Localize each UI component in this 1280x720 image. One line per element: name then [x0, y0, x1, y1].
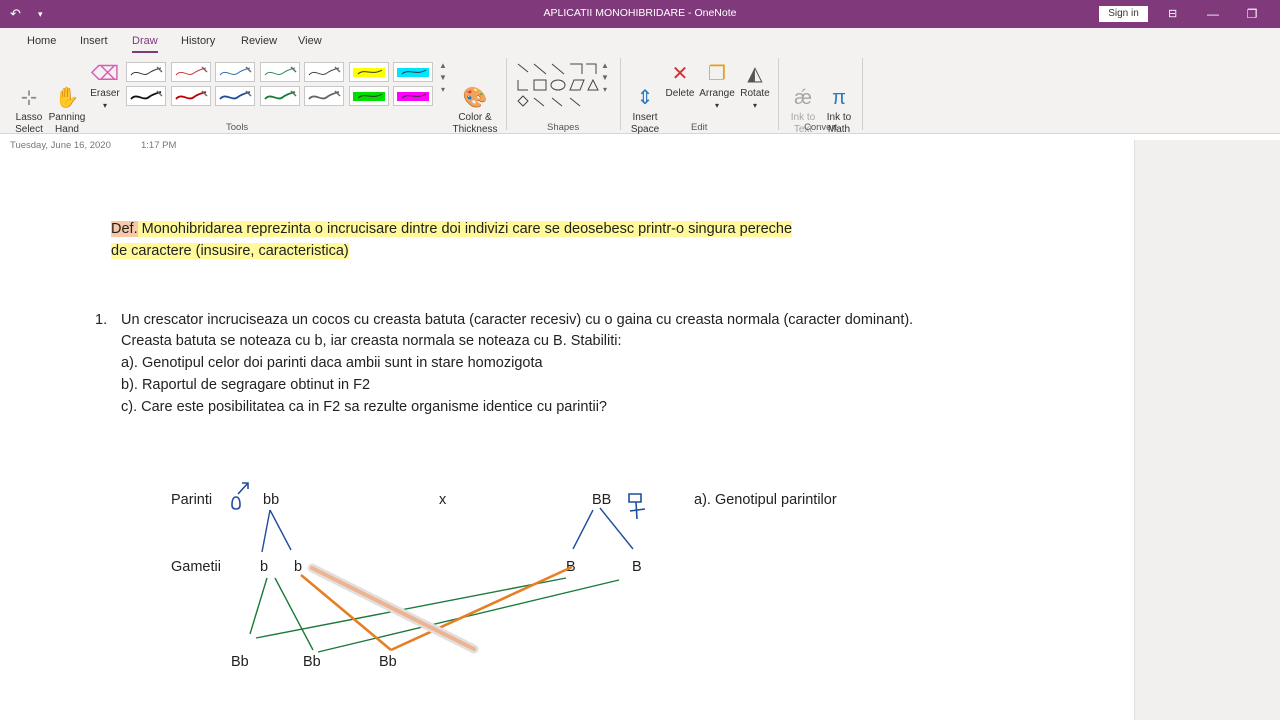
palette-icon: 🎨 [462, 87, 488, 109]
problem-line-5[interactable]: c). Care este posibilitatea ca in F2 sa … [121, 396, 607, 418]
shapes-group-label: Shapes [547, 122, 580, 133]
delete-button[interactable]: ✕ Delete [664, 60, 696, 100]
page-date: Tuesday, June 16, 2020 [10, 140, 111, 151]
rotate-icon: ◭ [747, 63, 763, 85]
definition-line-1[interactable]: Def. Monohibridarea reprezinta o incruci… [111, 218, 793, 240]
shapes-gallery[interactable] [514, 60, 600, 112]
female-genotype: BB [592, 492, 612, 508]
definition-prefix: Def. [111, 221, 138, 237]
problem-number: 1. [95, 312, 108, 328]
eraser-button[interactable]: ⌫ Eraser ▾ [88, 60, 122, 112]
gamete-b-1: b [260, 559, 269, 575]
pen-swatch[interactable] [126, 86, 166, 106]
edit-group-label: Edit [691, 122, 708, 133]
tab-home[interactable]: Home [27, 35, 56, 47]
rotate-button[interactable]: ◭ Rotate ▾ [738, 60, 772, 112]
pen-swatch[interactable] [259, 62, 300, 82]
problem-line-1[interactable]: Un crescator incruciseaza un cocos cu cr… [121, 309, 913, 331]
tab-history[interactable]: History [181, 35, 215, 47]
arrange-icon: ❐ [708, 63, 726, 85]
delete-icon: ✕ [671, 63, 689, 85]
gamete-b-2: b [294, 559, 303, 575]
ribbon-separator [862, 58, 863, 130]
arrange-label: Arrange [699, 88, 735, 99]
tab-insert[interactable]: Insert [80, 35, 108, 47]
pen-swatch[interactable] [304, 62, 344, 82]
sign-in-button[interactable]: Sign in [1099, 6, 1148, 22]
delete-label: Delete [665, 88, 695, 99]
insert-space-label: Insert Space [630, 112, 660, 135]
eraser-icon: ⌫ [90, 63, 120, 85]
shapes-gallery-scroll[interactable]: ▲ ▼ ▾ [599, 60, 611, 96]
window-title: APLICATII MONOHIBRIDARE - OneNote [543, 7, 737, 19]
pen-swatch[interactable] [259, 86, 300, 106]
tab-draw[interactable]: Draw [132, 35, 158, 53]
pen-swatch[interactable] [215, 86, 255, 106]
offspring-2: Bb [303, 654, 321, 670]
pen-swatch[interactable] [348, 86, 389, 106]
problem-line-3[interactable]: a). Genotipul celor doi parinti daca amb… [121, 352, 543, 374]
offspring-1: Bb [231, 654, 249, 670]
definition-text-1: Monohibridarea reprezinta o incrucisare … [137, 221, 793, 237]
lasso-label: Lasso Select [15, 112, 43, 135]
quick-access-dropdown-icon[interactable]: ▾ [38, 4, 43, 24]
gametii-label: Gametii [171, 559, 221, 575]
pen-swatch[interactable] [393, 62, 433, 82]
gamete-B-1: B [566, 559, 576, 575]
pen-swatch[interactable] [348, 62, 389, 82]
answer-a: a). Genotipul parintilor [694, 492, 837, 508]
eraser-label: Eraser [90, 88, 120, 99]
ribbon: ⊹ Lasso Select ✋ Panning Hand ⌫ Eraser ▾ ▲ ▼ ▾… [0, 54, 1280, 135]
hand-icon: ✋ [54, 87, 80, 109]
page-time: 1:17 PM [141, 140, 177, 151]
ribbon-separator [506, 58, 507, 130]
tools-group-label: Tools [226, 122, 249, 133]
ink-to-math-icon: π [832, 87, 846, 109]
definition-text-2: de caractere (insusire, caracteristica) [111, 243, 349, 259]
pen-swatch[interactable] [170, 86, 211, 106]
restore-icon[interactable]: ❐ [1237, 3, 1267, 25]
title-bar: ↶ ▾ APLICATII MONOHIBRIDARE - OneNote Si… [0, 0, 1280, 28]
problem-line-2[interactable]: Creasta batuta se noteaza cu b, iar crea… [121, 330, 622, 352]
rotate-label: Rotate [740, 88, 770, 99]
male-genotype: bb [263, 492, 280, 508]
ribbon-separator [620, 58, 621, 130]
undo-icon[interactable]: ↶ [10, 4, 21, 24]
definition-line-2[interactable]: de caractere (insusire, caracteristica) [111, 240, 349, 262]
pen-swatch[interactable] [393, 86, 433, 106]
pen-swatch[interactable] [304, 86, 344, 106]
insert-space-icon: ⇕ [636, 87, 654, 109]
arrange-button[interactable]: ❐ Arrange ▾ [697, 60, 737, 112]
tab-review[interactable]: Review [241, 35, 277, 47]
problem-line-4[interactable]: b). Raportul de segragare obtinut in F2 [121, 374, 370, 396]
cross-symbol: x [439, 492, 447, 508]
convert-group-label: Convert [804, 122, 838, 133]
page-list-pane[interactable] [1134, 140, 1280, 720]
parinti-label: Parinti [171, 492, 213, 508]
pen-gallery-scroll[interactable]: ▲ ▼ ▾ [437, 60, 449, 96]
ribbon-tabs: Home Insert Draw History Review View [0, 28, 1280, 54]
panning-label: Panning Hand [48, 112, 86, 135]
tab-view[interactable]: View [298, 35, 322, 47]
ribbon-display-options-icon[interactable]: ⊟ [1168, 4, 1177, 24]
minimize-icon[interactable]: — [1198, 3, 1228, 25]
pen-swatch[interactable] [215, 62, 255, 82]
pen-swatch[interactable] [170, 62, 211, 82]
ink-to-text-icon: ǽ [794, 87, 812, 109]
lasso-icon: ⊹ [20, 87, 38, 109]
gamete-B-2: B [632, 559, 642, 575]
pen-swatch[interactable] [126, 62, 166, 82]
color-thickness-label: Color & Thickness [452, 112, 498, 135]
ribbon-separator [778, 58, 779, 130]
offspring-3: Bb [379, 654, 397, 670]
